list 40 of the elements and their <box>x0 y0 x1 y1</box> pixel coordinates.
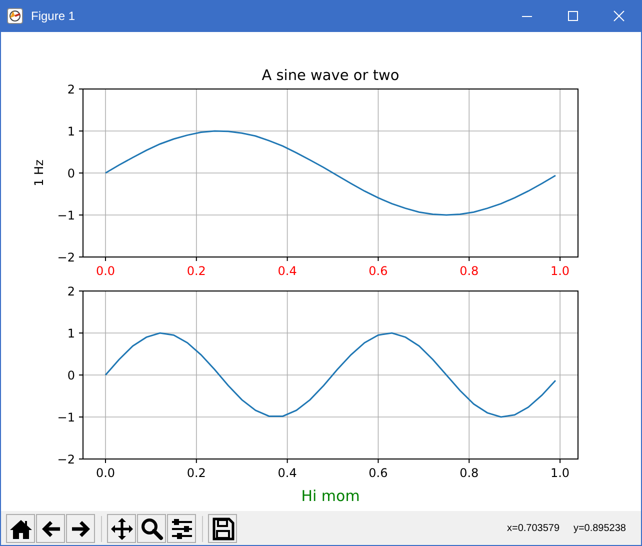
tick-label: 0.6 <box>368 264 388 277</box>
tick-label: 0.4 <box>278 264 297 277</box>
tick-label: −1 <box>57 410 75 424</box>
axis-label: 1 Hz <box>32 160 46 186</box>
home-button[interactable] <box>6 514 35 543</box>
save-button[interactable] <box>208 514 237 543</box>
axis-label: Hi mom <box>301 487 360 505</box>
maximize-icon[interactable] <box>567 10 579 22</box>
tick-label: 0.0 <box>96 264 116 277</box>
zoom-button[interactable] <box>137 514 166 543</box>
tick-label: 2 <box>67 82 75 96</box>
tick-label: 1 <box>67 326 75 340</box>
tick-label: 0.6 <box>368 466 388 480</box>
tick-label: 1 <box>67 124 75 138</box>
tick-label: 0.0 <box>96 466 116 480</box>
app-icon <box>7 8 23 24</box>
sliders-icon <box>170 516 194 540</box>
tick-label: 0.8 <box>460 466 479 480</box>
tick-label: 0.4 <box>278 466 297 480</box>
tick-label: −2 <box>57 250 75 264</box>
pan-button[interactable] <box>107 514 136 543</box>
forward-button[interactable] <box>66 514 95 543</box>
close-icon[interactable] <box>613 10 625 22</box>
tick-label: 0.8 <box>460 264 479 277</box>
tick-label: 1.0 <box>550 264 570 277</box>
chart-title: A sine wave or two <box>262 68 400 84</box>
magnifier-icon <box>140 516 164 540</box>
cursor-coordinates: x=0.703579 y=0.895238 <box>507 523 626 534</box>
tick-label: 0.2 <box>186 466 206 480</box>
tick-label: 0 <box>67 166 75 180</box>
tick-label: 0 <box>67 368 75 382</box>
configure-button[interactable] <box>167 514 196 543</box>
move-arrows-icon <box>110 516 134 540</box>
tick-label: −2 <box>57 452 75 466</box>
tick-label: 1.0 <box>550 466 570 480</box>
window-title: Figure 1 <box>31 9 76 23</box>
tick-label: −1 <box>57 208 75 222</box>
tick-label: 2 <box>67 284 75 298</box>
back-button[interactable] <box>36 514 65 543</box>
tick-label: 0.2 <box>186 264 206 277</box>
